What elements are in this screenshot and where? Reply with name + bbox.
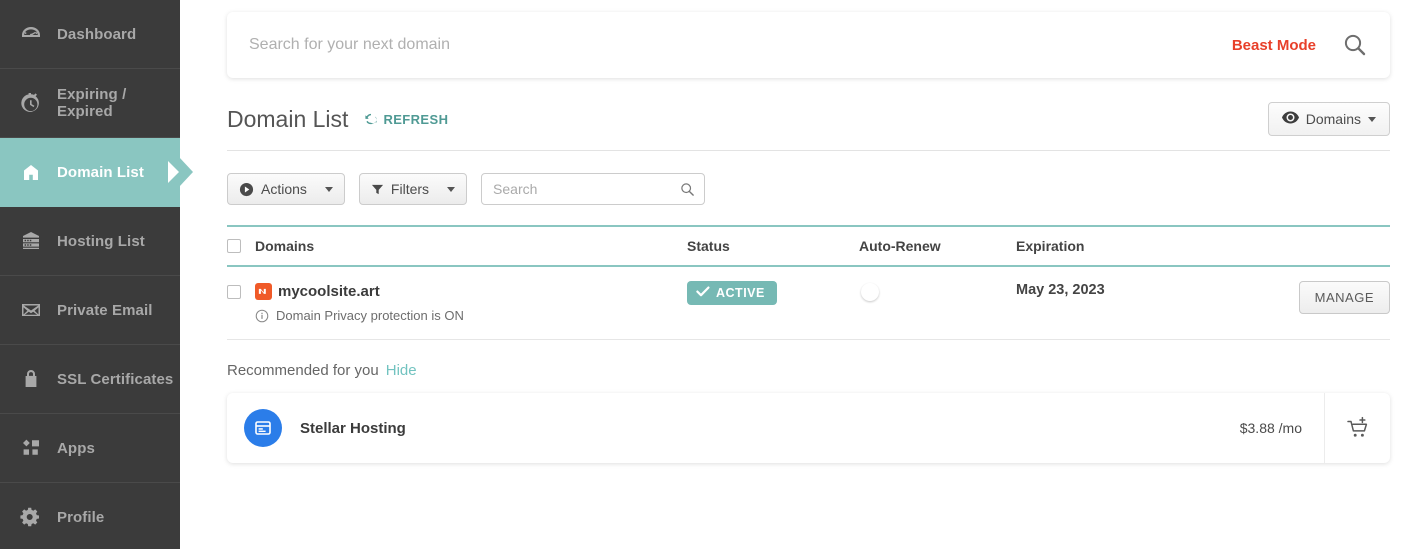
panel-header: Domain List REFRESH Domains — [227, 102, 1390, 151]
sidebar-item-expiring-expired[interactable]: Expiring / Expired — [0, 69, 180, 138]
chevron-down-icon — [324, 186, 333, 192]
sidebar-item-hosting-list[interactable]: Hosting List — [0, 207, 180, 276]
house-icon — [16, 158, 46, 186]
apps-grid-icon — [16, 434, 46, 462]
expiration-date: May 23, 2023 — [1016, 282, 1105, 298]
search-icon[interactable] — [1342, 32, 1368, 58]
lock-icon — [16, 365, 46, 393]
add-to-cart-icon[interactable] — [1324, 393, 1390, 463]
domain-name-link[interactable]: mycoolsite.art — [278, 283, 380, 300]
recommended-hide-link[interactable]: Hide — [386, 362, 417, 379]
recommended-card[interactable]: Stellar Hosting $3.88 /mo — [227, 393, 1390, 463]
sidebar-item-label: SSL Certificates — [57, 370, 174, 388]
sidebar-item-profile[interactable]: Profile — [0, 483, 180, 549]
header-cell-domains: Domains — [227, 238, 687, 254]
recommended-header: Recommended for you Hide — [227, 362, 1390, 379]
row-cell-expiration: May 23, 2023 — [1016, 281, 1216, 299]
sidebar: Dashboard Expiring / Expired Domain List… — [0, 0, 193, 549]
main-content: Beast Mode Domain List REFRESH — [180, 0, 1412, 549]
row-cell-domain: mycoolsite.art Domain Privacy protection… — [227, 281, 687, 323]
info-circle-icon — [255, 309, 269, 323]
table-search-input[interactable] — [482, 174, 705, 204]
sidebar-item-label: Apps — [57, 439, 95, 457]
table-toolbar: Actions Filters — [227, 173, 1390, 205]
domain-name-line: mycoolsite.art — [255, 283, 464, 300]
sidebar-item-ssl-certificates[interactable]: SSL Certificates — [0, 345, 180, 414]
sidebar-item-label: Profile — [57, 508, 105, 526]
chevron-down-icon — [1368, 116, 1376, 122]
beast-mode-link[interactable]: Beast Mode — [1232, 37, 1316, 54]
recommended-item-name: Stellar Hosting — [300, 419, 406, 437]
sidebar-item-domain-list[interactable]: Domain List — [0, 138, 193, 207]
recommended-title: Recommended for you — [227, 362, 379, 379]
domain-search-input[interactable] — [249, 36, 1232, 54]
actions-label: Actions — [261, 181, 307, 197]
app-root: Dashboard Expiring / Expired Domain List… — [0, 0, 1412, 549]
sidebar-item-label: Dashboard — [57, 25, 137, 43]
row-cell-status: ACTIVE — [687, 281, 859, 305]
chevron-down-icon — [447, 186, 456, 192]
table-header-row: Domains Status Auto-Renew Expiration — [227, 225, 1390, 267]
sidebar-item-label: Hosting List — [57, 232, 145, 250]
gear-icon — [16, 503, 46, 531]
hosting-panel-icon — [244, 409, 282, 447]
filters-button[interactable]: Filters — [358, 173, 468, 205]
view-selector-label: Domains — [1305, 111, 1361, 127]
domain-table: Domains Status Auto-Renew Expiration myc… — [227, 225, 1390, 340]
manage-button[interactable]: MANAGE — [1298, 281, 1390, 314]
status-badge: ACTIVE — [687, 281, 777, 305]
envelope-icon — [16, 296, 46, 324]
sidebar-item-private-email[interactable]: Private Email — [0, 276, 180, 345]
server-icon — [16, 227, 46, 255]
row-checkbox[interactable] — [227, 285, 241, 299]
table-row: mycoolsite.art Domain Privacy protection… — [227, 267, 1390, 340]
sidebar-item-label: Expiring / Expired — [57, 86, 127, 120]
play-circle-icon — [239, 182, 254, 197]
status-label: ACTIVE — [716, 286, 765, 300]
select-all-checkbox[interactable] — [227, 239, 241, 253]
header-label-domains: Domains — [255, 238, 315, 254]
eye-icon — [1281, 111, 1299, 127]
row-cell-actions: MANAGE — [1216, 281, 1390, 314]
actions-button[interactable]: Actions — [227, 173, 345, 205]
check-icon — [696, 286, 710, 300]
domain-privacy-note: Domain Privacy protection is ON — [255, 308, 464, 323]
domain-list-panel: Domain List REFRESH Domains Actions Filt… — [227, 78, 1390, 463]
header-cell-expiration: Expiration — [1016, 238, 1085, 254]
sidebar-item-label: Private Email — [57, 301, 153, 319]
recommended-item-price: $3.88 /mo — [1239, 420, 1302, 436]
stopwatch-icon — [16, 89, 46, 117]
view-selector-button[interactable]: Domains — [1267, 102, 1390, 136]
refresh-button[interactable]: REFRESH — [364, 112, 448, 127]
toggle-knob — [861, 283, 879, 301]
table-search-field — [481, 173, 706, 205]
sidebar-item-dashboard[interactable]: Dashboard — [0, 0, 180, 69]
header-cell-status: Status — [687, 238, 730, 254]
domain-info: mycoolsite.art Domain Privacy protection… — [255, 283, 464, 323]
header-cell-auto-renew: Auto-Renew — [859, 238, 941, 254]
funnel-icon — [371, 183, 384, 196]
search-icon[interactable] — [680, 182, 695, 202]
sidebar-item-apps[interactable]: Apps — [0, 414, 180, 483]
filters-label: Filters — [390, 181, 430, 197]
speedometer-icon — [16, 20, 46, 48]
active-indicator-arrow — [168, 157, 193, 187]
privacy-note-label: Domain Privacy protection is ON — [276, 308, 464, 323]
namecheap-logo-icon — [255, 283, 272, 300]
refresh-label: REFRESH — [383, 111, 449, 127]
sidebar-item-label: Domain List — [57, 163, 144, 181]
refresh-icon — [364, 112, 378, 126]
page-title: Domain List — [227, 105, 349, 132]
domain-search-card: Beast Mode — [227, 12, 1390, 78]
